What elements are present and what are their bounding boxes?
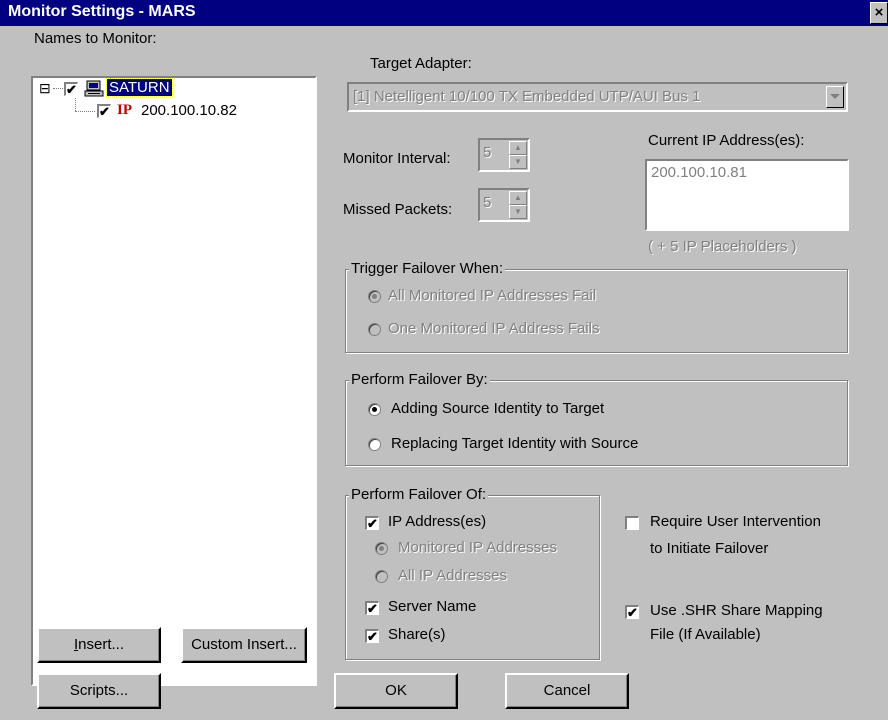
cancel-button[interactable]: Cancel	[505, 673, 629, 709]
tree-connector	[53, 88, 63, 89]
require-intervention-line1: Require User Intervention	[650, 513, 821, 530]
monitor-interval-value: 5	[483, 144, 492, 161]
monitored-ip-radio[interactable]	[375, 542, 388, 555]
names-to-monitor-label: Names to Monitor:	[34, 30, 157, 47]
perform-of-group: Perform Failover Of: ✔ IP Address(es) Mo…	[345, 486, 600, 660]
ip-placeholders-note: ( + 5 IP Placeholders )	[648, 238, 797, 255]
chevron-down-icon	[830, 94, 840, 99]
tree-collapse-icon[interactable]: ⊟	[39, 81, 51, 95]
computer-icon	[83, 80, 105, 98]
monitor-interval-spinner[interactable]: ▲ ▼	[509, 141, 527, 169]
window-title: Monitor Settings - MARS	[8, 3, 196, 20]
custom-insert-label: Custom Insert...	[191, 636, 297, 653]
shares-checkbox[interactable]: ✔	[365, 629, 379, 643]
current-ip-item: 200.100.10.81	[651, 164, 747, 181]
trigger-all-label: All Monitored IP Addresses Fail	[388, 287, 597, 304]
missed-packets-input[interactable]: 5 ▲ ▼	[478, 188, 530, 222]
monitor-interval-label: Monitor Interval:	[343, 150, 451, 167]
trigger-one-label: One Monitored IP Address Fails	[388, 320, 600, 337]
current-ip-list[interactable]: 200.100.10.81	[645, 159, 849, 231]
scripts-label: Scripts...	[69, 682, 129, 699]
target-adapter-label: Target Adapter:	[370, 55, 472, 72]
custom-insert-button[interactable]: Custom Insert...	[181, 627, 307, 663]
use-shr-line2: File (If Available)	[650, 626, 761, 643]
target-adapter-select[interactable]: [1] Netelligent 10/100 TX Embedded UTP/A…	[347, 82, 848, 112]
perform-of-legend: Perform Failover Of:	[349, 486, 489, 503]
current-ip-label: Current IP Address(es):	[648, 132, 805, 149]
tree-item-saturn[interactable]: SATURN	[106, 78, 173, 97]
missed-packets-spinner[interactable]: ▲ ▼	[509, 191, 527, 219]
use-shr-line1: Use .SHR Share Mapping	[650, 602, 823, 619]
adding-source-radio[interactable]	[368, 403, 381, 416]
monitor-interval-input[interactable]: 5 ▲ ▼	[478, 138, 530, 172]
all-ip-label: All IP Addresses	[398, 567, 507, 584]
ip-addresses-checkbox[interactable]: ✔	[365, 516, 379, 530]
ip-checkbox[interactable]: ✔	[97, 104, 111, 118]
server-name-checkbox[interactable]: ✔	[365, 601, 379, 615]
use-shr-checkbox[interactable]: ✔	[625, 605, 639, 619]
trigger-failover-group: Trigger Failover When: All Monitored IP …	[345, 260, 848, 353]
ok-label: OK	[385, 682, 407, 699]
cancel-label: Cancel	[543, 682, 591, 699]
all-ip-radio[interactable]	[375, 570, 388, 583]
insert-button[interactable]: Insert...	[37, 627, 161, 663]
monitored-ip-label: Monitored IP Addresses	[398, 539, 557, 556]
require-intervention-checkbox[interactable]	[625, 516, 639, 530]
spin-down-icon[interactable]: ▼	[509, 155, 527, 169]
saturn-checkbox[interactable]: ✔	[64, 82, 78, 96]
trigger-one-radio[interactable]	[368, 323, 381, 336]
close-icon: ×	[874, 4, 884, 21]
names-tree[interactable]: ⊟ ✔ SATURN ✔ IP 200.100.10.82	[31, 76, 317, 686]
server-name-label: Server Name	[388, 598, 477, 615]
missed-packets-value: 5	[483, 194, 492, 211]
trigger-all-radio[interactable]	[368, 290, 381, 303]
ip-icon: IP	[117, 102, 132, 118]
require-intervention-line2: to Initiate Failover	[650, 540, 769, 557]
tree-connector	[75, 111, 95, 112]
adding-source-label: Adding Source Identity to Target	[391, 400, 605, 417]
insert-label: nsert...	[78, 636, 125, 653]
perform-by-legend: Perform Failover By:	[349, 371, 490, 388]
missed-packets-label: Missed Packets:	[343, 201, 453, 218]
title-bar: Monitor Settings - MARS ×	[0, 0, 888, 26]
shares-label: Share(s)	[388, 626, 446, 643]
target-adapter-value: [1] Netelligent 10/100 TX Embedded UTP/A…	[353, 88, 701, 105]
tree-item-ip[interactable]: 200.100.10.82	[141, 102, 237, 119]
spin-up-icon[interactable]: ▲	[509, 141, 527, 155]
spin-up-icon[interactable]: ▲	[509, 191, 527, 205]
replacing-target-label: Replacing Target Identity with Source	[391, 435, 639, 452]
spin-down-icon[interactable]: ▼	[509, 205, 527, 219]
scripts-button[interactable]: Scripts...	[37, 673, 161, 709]
perform-by-group: Perform Failover By: Adding Source Ident…	[345, 371, 848, 466]
dropdown-button[interactable]	[826, 86, 844, 108]
ok-button[interactable]: OK	[334, 673, 458, 709]
replacing-target-radio[interactable]	[368, 438, 381, 451]
ip-addresses-label: IP Address(es)	[388, 513, 487, 530]
tree-connector	[75, 98, 76, 111]
close-button[interactable]: ×	[870, 2, 888, 24]
trigger-failover-legend: Trigger Failover When:	[349, 260, 505, 277]
